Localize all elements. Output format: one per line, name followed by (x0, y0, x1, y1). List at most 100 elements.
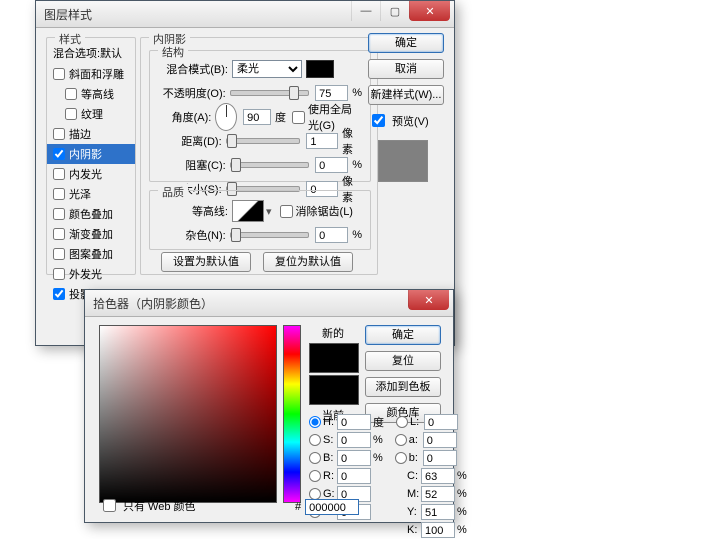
l-input[interactable]: 0 (424, 414, 458, 430)
style-checkbox[interactable] (53, 228, 65, 240)
a-input[interactable]: 0 (423, 432, 457, 448)
style-checkbox[interactable] (53, 168, 65, 180)
style-label: 等高线 (81, 86, 114, 102)
style-label: 斜面和浮雕 (69, 66, 124, 82)
new-color-label: 新的 (309, 325, 357, 341)
structure-group: 结构 混合模式(B): 柔光 不透明度(O): 75 % 角度(A): (149, 50, 371, 182)
style-item-8[interactable]: 渐变叠加 (47, 224, 135, 244)
titlebar[interactable]: 图层样式 — ▢ ✕ (36, 1, 454, 28)
contour-swatch[interactable] (232, 200, 264, 222)
m-input[interactable]: 52 (421, 486, 455, 502)
preview-label: 预览(V) (392, 113, 429, 129)
noise-slider[interactable] (230, 232, 309, 238)
style-checkbox[interactable] (53, 248, 65, 260)
antialias-checkbox[interactable] (280, 205, 293, 218)
noise-value[interactable]: 0 (315, 227, 348, 243)
style-checkbox[interactable] (65, 108, 77, 120)
choke-label: 阻塞(C): (158, 157, 230, 173)
a-radio[interactable] (395, 434, 407, 446)
hue-input[interactable]: 0 (337, 414, 371, 430)
window-title: 拾色器（内阴影颜色） (93, 295, 213, 312)
opacity-slider[interactable] (230, 90, 309, 96)
style-checkbox[interactable] (65, 88, 77, 100)
styles-group: 样式 混合选项:默认 斜面和浮雕等高线纹理描边内阴影内发光光泽颜色叠加渐变叠加图… (46, 37, 136, 275)
sat-radio[interactable] (309, 434, 321, 446)
web-only-checkbox[interactable] (103, 499, 116, 512)
hex-input[interactable]: 000000 (305, 499, 359, 515)
style-checkbox[interactable] (53, 68, 65, 80)
b2-input[interactable]: 0 (423, 450, 457, 466)
style-label: 颜色叠加 (69, 206, 113, 222)
style-checkbox[interactable] (53, 148, 65, 160)
bri-input[interactable]: 0 (337, 450, 371, 466)
minimize-button[interactable]: — (351, 1, 380, 21)
global-light-checkbox[interactable] (292, 111, 305, 124)
style-label: 描边 (69, 126, 91, 142)
reset-button[interactable]: 复位 (365, 351, 441, 371)
style-label: 图案叠加 (69, 246, 113, 262)
r-radio[interactable] (309, 470, 321, 482)
cancel-button[interactable]: 取消 (368, 59, 444, 79)
style-item-4[interactable]: 内阴影 (47, 144, 135, 164)
style-item-1[interactable]: 等高线 (47, 84, 135, 104)
ok-button[interactable]: 确定 (368, 33, 444, 53)
style-label: 纹理 (81, 106, 103, 122)
web-only-label: 只有 Web 颜色 (123, 498, 196, 514)
style-checkbox[interactable] (53, 268, 65, 280)
maximize-button[interactable]: ▢ (380, 1, 409, 21)
make-default-button[interactable]: 设置为默认值 (161, 252, 251, 272)
style-checkbox[interactable] (53, 188, 65, 200)
color-field[interactable] (99, 325, 277, 503)
noise-label: 杂色(N): (158, 227, 230, 243)
style-item-6[interactable]: 光泽 (47, 184, 135, 204)
choke-slider[interactable] (230, 162, 309, 168)
c-input[interactable]: 63 (421, 468, 455, 484)
style-item-9[interactable]: 图案叠加 (47, 244, 135, 264)
color-picker-window: 拾色器（内阴影颜色） ✕ 新的 当前 确定 复位 添加到色板 颜色库 H:0度 … (84, 289, 454, 523)
angle-dial[interactable] (215, 103, 237, 131)
new-style-button[interactable]: 新建样式(W)... (368, 85, 444, 105)
blend-mode-select[interactable]: 柔光 (232, 60, 302, 78)
style-checkbox[interactable] (53, 128, 65, 140)
close-button[interactable]: ✕ (409, 1, 450, 21)
style-item-0[interactable]: 斜面和浮雕 (47, 64, 135, 84)
distance-label: 距离(D): (158, 133, 226, 149)
r-input[interactable]: 0 (337, 468, 371, 484)
b2-radio[interactable] (395, 452, 407, 464)
quality-label: 品质 (158, 184, 188, 200)
style-item-10[interactable]: 外发光 (47, 264, 135, 284)
k-input[interactable]: 100 (421, 522, 455, 538)
opacity-value[interactable]: 75 (315, 85, 348, 101)
styles-header: 样式 (55, 31, 85, 47)
sat-input[interactable]: 0 (337, 432, 371, 448)
style-item-7[interactable]: 颜色叠加 (47, 204, 135, 224)
bri-radio[interactable] (309, 452, 321, 464)
structure-label: 结构 (158, 44, 188, 60)
effect-preview (378, 140, 428, 182)
distance-slider[interactable] (226, 138, 301, 144)
style-label: 渐变叠加 (69, 226, 113, 242)
close-button[interactable]: ✕ (408, 290, 449, 310)
reset-default-button[interactable]: 复位为默认值 (263, 252, 353, 272)
hue-radio[interactable] (309, 416, 321, 428)
hue-slider[interactable] (283, 325, 301, 503)
angle-label: 角度(A): (158, 109, 215, 125)
ok-button[interactable]: 确定 (365, 325, 441, 345)
add-swatch-button[interactable]: 添加到色板 (365, 377, 441, 397)
current-color-swatch (309, 375, 359, 405)
style-item-3[interactable]: 描边 (47, 124, 135, 144)
titlebar[interactable]: 拾色器（内阴影颜色） ✕ (85, 290, 453, 317)
style-checkbox[interactable] (53, 208, 65, 220)
hash-label: # (295, 501, 301, 513)
choke-value[interactable]: 0 (315, 157, 348, 173)
style-item-2[interactable]: 纹理 (47, 104, 135, 124)
l-radio[interactable] (396, 416, 408, 428)
distance-value[interactable]: 1 (306, 133, 338, 149)
shadow-color-swatch[interactable] (306, 60, 334, 78)
chevron-down-icon[interactable]: ▾ (266, 205, 272, 218)
style-checkbox[interactable] (53, 288, 65, 300)
preview-checkbox[interactable] (372, 114, 385, 127)
style-item-5[interactable]: 内发光 (47, 164, 135, 184)
y-input[interactable]: 51 (421, 504, 455, 520)
angle-value[interactable]: 90 (243, 109, 271, 125)
